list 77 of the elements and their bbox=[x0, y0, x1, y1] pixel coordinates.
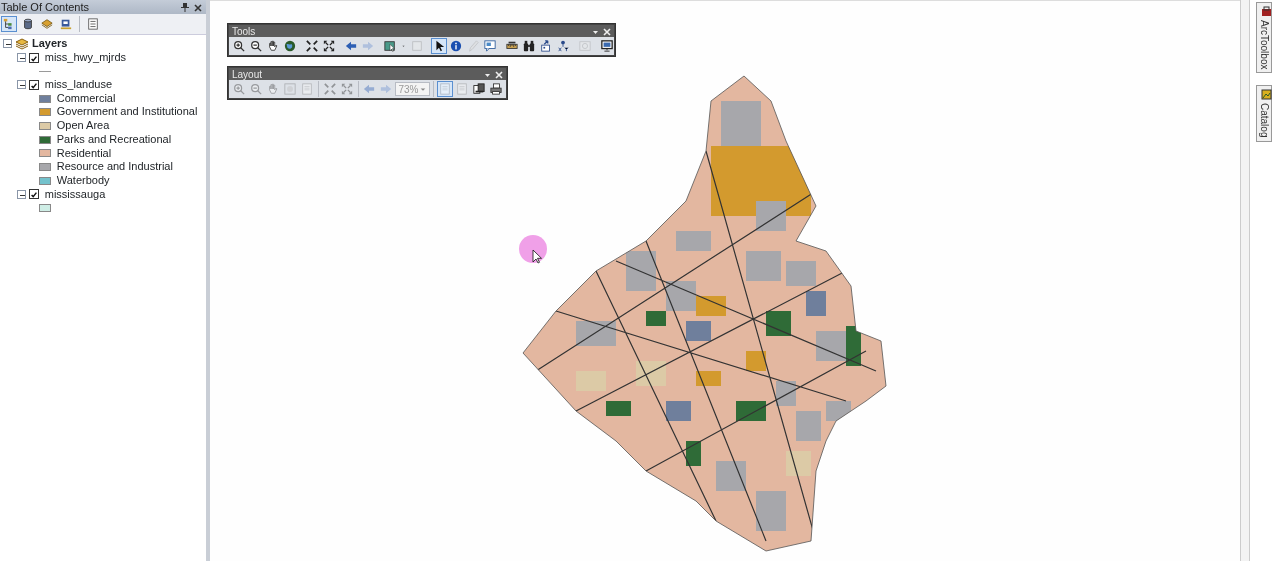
page-icon bbox=[301, 83, 313, 95]
side-tab[interactable]: Catalog bbox=[1256, 85, 1272, 142]
panel-title: Table Of Contents bbox=[1, 0, 91, 15]
left-arrow-icon bbox=[345, 40, 357, 52]
ruler-icon bbox=[506, 40, 518, 52]
tool-button[interactable] bbox=[521, 38, 537, 54]
options-list-icon bbox=[87, 18, 99, 30]
layers-select-icon bbox=[60, 18, 72, 30]
layouts-icon bbox=[473, 83, 485, 95]
side-tab-label: ArcToolbox bbox=[1257, 20, 1271, 70]
page-icon bbox=[456, 83, 468, 95]
tree-label: Layers bbox=[32, 37, 68, 51]
monitor-icon bbox=[601, 40, 613, 52]
tool-button[interactable] bbox=[471, 81, 487, 97]
tool-button[interactable] bbox=[321, 38, 337, 54]
tool-button[interactable] bbox=[431, 38, 447, 54]
building-arrow-icon bbox=[540, 40, 552, 52]
collapse-icon[interactable] bbox=[3, 39, 12, 49]
clear-selection-icon bbox=[411, 40, 423, 52]
caret-icon bbox=[419, 85, 428, 93]
arrows-outward-icon bbox=[323, 40, 335, 52]
legend-label: Open Area bbox=[56, 119, 110, 133]
legend-label: Waterbody bbox=[56, 173, 110, 188]
magnifier-plus-icon bbox=[233, 83, 245, 95]
pointer-icon bbox=[433, 40, 445, 52]
legend-label: Residential bbox=[56, 146, 112, 161]
toolbar-title: Layout bbox=[232, 67, 263, 82]
layers-icon bbox=[15, 37, 29, 51]
legend-label: Government and Institutional bbox=[56, 105, 198, 120]
layer-tree-icon bbox=[3, 18, 15, 30]
legend-label: Parks and Recreational bbox=[56, 132, 172, 147]
collapse-icon[interactable] bbox=[17, 80, 26, 90]
right-arrow-icon bbox=[380, 83, 393, 95]
layer-checkbox[interactable] bbox=[29, 52, 39, 63]
layer-checkbox[interactable] bbox=[29, 79, 39, 90]
layer-name[interactable]: miss_hwy_mjrds bbox=[44, 50, 127, 65]
layers-stack-icon bbox=[41, 18, 53, 30]
pin-xy-icon bbox=[557, 40, 569, 52]
side-tab-label: Catalog bbox=[1257, 103, 1271, 138]
layer-name[interactable]: mississauga bbox=[44, 187, 106, 202]
collapse-icon[interactable] bbox=[17, 189, 26, 199]
magnifier-plus-icon bbox=[233, 40, 245, 52]
clock-icon bbox=[579, 40, 591, 52]
arrows-inward-icon bbox=[323, 83, 336, 95]
magnifier-minus-icon bbox=[250, 40, 262, 52]
magnifier-minus-icon bbox=[250, 83, 262, 95]
speech-window-icon bbox=[484, 40, 496, 52]
database-icon bbox=[22, 18, 34, 30]
tool-button[interactable] bbox=[555, 38, 571, 54]
arrows-inward-icon bbox=[306, 40, 318, 52]
binoculars-icon bbox=[523, 40, 535, 52]
tool-button[interactable] bbox=[599, 38, 615, 54]
layer-checkbox[interactable] bbox=[29, 189, 39, 200]
tool-button[interactable] bbox=[231, 38, 247, 54]
printer-icon bbox=[490, 83, 502, 95]
hand-icon bbox=[267, 40, 279, 52]
scroll-bar[interactable] bbox=[1240, 0, 1250, 561]
info-icon bbox=[450, 40, 462, 52]
legend-label: Resource and Industrial bbox=[56, 160, 173, 174]
globe-frame-icon bbox=[284, 83, 296, 95]
hand-icon bbox=[267, 83, 279, 95]
toolbar-title: Tools bbox=[232, 24, 256, 39]
tool-button[interactable] bbox=[304, 38, 320, 54]
tool-button[interactable] bbox=[488, 81, 504, 97]
tool-button[interactable] bbox=[282, 38, 298, 54]
legend-label: Commercial bbox=[56, 91, 116, 106]
right-arrow-icon bbox=[362, 40, 374, 52]
arrows-outward-icon bbox=[340, 83, 353, 95]
globe-icon bbox=[284, 40, 296, 52]
left-arrow-icon bbox=[363, 83, 376, 95]
pencil-icon bbox=[467, 40, 479, 52]
cursor-highlight-icon bbox=[519, 235, 547, 265]
collapse-icon[interactable] bbox=[17, 53, 26, 63]
layer-name[interactable]: miss_landuse bbox=[44, 78, 112, 92]
page-icon bbox=[439, 83, 451, 95]
tool-button[interactable] bbox=[248, 38, 264, 54]
side-tab[interactable]: ArcToolbox bbox=[1256, 2, 1272, 74]
